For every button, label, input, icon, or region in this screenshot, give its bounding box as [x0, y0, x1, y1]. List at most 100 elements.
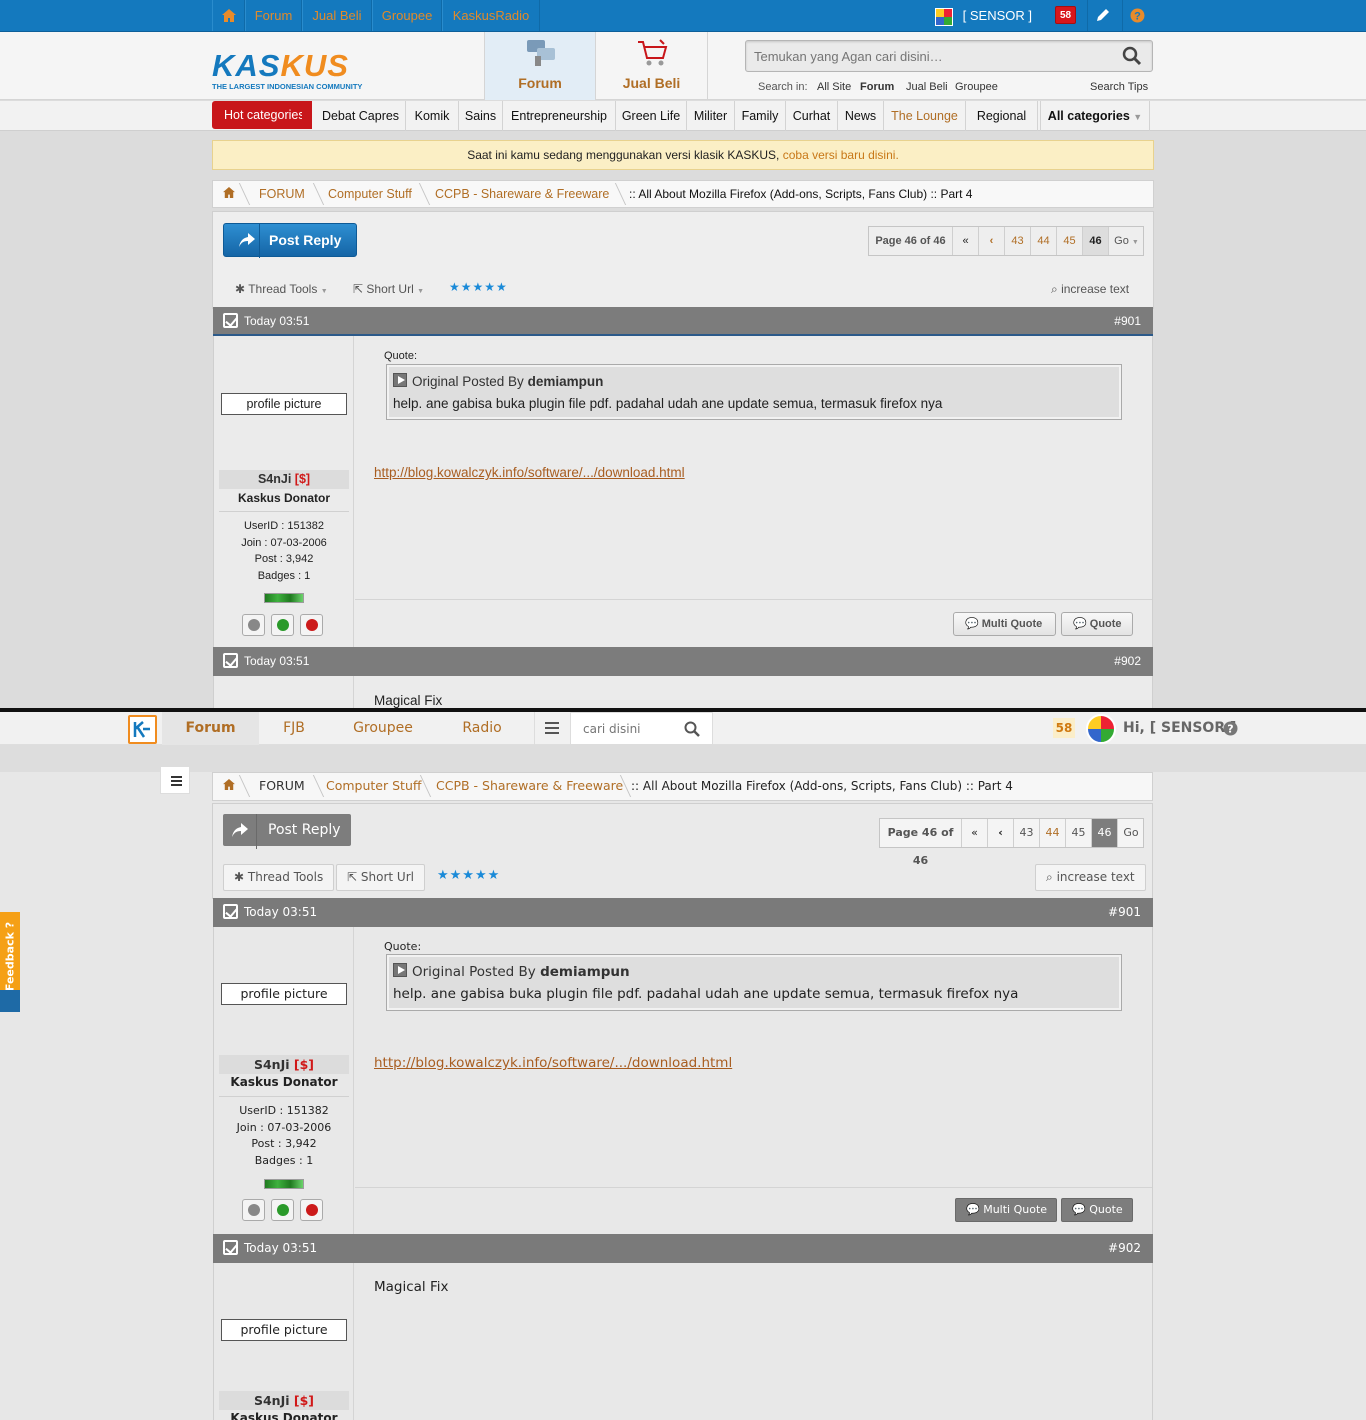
post-number[interactable]: #902 — [1114, 647, 1141, 676]
topnav-groupee[interactable]: Groupee — [372, 0, 442, 31]
feedback-tab[interactable]: Feedback ? — [0, 912, 20, 1012]
username[interactable]: S4nJi [$] — [219, 1055, 349, 1074]
topnav-kaskusradio[interactable]: KaskusRadio — [442, 0, 540, 31]
search-icon[interactable] — [684, 721, 700, 740]
quote-button[interactable]: 💬 Quote — [1061, 1198, 1133, 1222]
greeting[interactable]: Hi, [ SENSOR ] — [1123, 712, 1236, 745]
post-number[interactable]: #901 — [1114, 307, 1141, 336]
notification-badge[interactable]: 58 — [1055, 6, 1077, 26]
tab-jualbeli[interactable]: Jual Beli — [596, 32, 708, 100]
short-url-button[interactable]: ⇱ Short Url ▼ — [353, 282, 424, 296]
breadcrumb-forum[interactable]: FORUM — [259, 181, 305, 207]
username[interactable]: S4nJi [$] — [219, 470, 349, 489]
kaskus-logo[interactable]: KASKUS THE LARGEST INDONESIAN COMMUNITY — [212, 50, 392, 95]
search-scope-jualbeli[interactable]: Jual Beli — [906, 81, 948, 93]
username[interactable]: S4nJi [$] — [219, 1391, 349, 1410]
new-version-link[interactable]: coba versi baru disini. — [783, 148, 899, 162]
post-number[interactable]: #902 — [1108, 1234, 1141, 1263]
category-komik[interactable]: Komik — [406, 101, 459, 131]
search-scope-forum[interactable]: Forum — [860, 81, 894, 93]
checkbox-icon[interactable] — [223, 313, 238, 328]
notification-badge[interactable]: 58 — [1053, 718, 1075, 738]
checkbox-icon[interactable] — [223, 653, 238, 668]
category-regional[interactable]: Regional — [966, 101, 1038, 131]
page-45[interactable]: 45 — [1066, 819, 1092, 847]
thread-tools-button[interactable]: ✱ Thread Tools ▼ — [235, 282, 328, 296]
breadcrumb-computer-stuff[interactable]: Computer Stuff — [328, 181, 412, 207]
category-entrepreneurship[interactable]: Entrepreneurship — [503, 101, 616, 131]
topnav-forum[interactable]: Forum — [245, 0, 302, 31]
page-45[interactable]: 45 — [1057, 227, 1083, 255]
page-44[interactable]: 44 — [1040, 819, 1066, 847]
report-icon[interactable] — [300, 614, 323, 636]
search-input[interactable] — [746, 41, 1106, 71]
search-scope-groupee[interactable]: Groupee — [955, 81, 998, 93]
checkbox-icon[interactable] — [223, 904, 238, 919]
first-page-icon[interactable]: « — [962, 819, 988, 847]
pencil-icon[interactable] — [1096, 0, 1112, 31]
increase-text-button[interactable]: ⌕ increase text — [1051, 282, 1129, 297]
category-news[interactable]: News — [838, 101, 884, 131]
tab-fjb[interactable]: FJB — [259, 712, 329, 745]
category-debat-capres[interactable]: Debat Capres — [316, 101, 406, 131]
category-green-life[interactable]: Green Life — [616, 101, 687, 131]
tab-groupee[interactable]: Groupee — [329, 712, 437, 745]
checkbox-icon[interactable] — [223, 1240, 238, 1255]
post-number[interactable]: #901 — [1108, 898, 1141, 927]
quote-button[interactable]: 💬 Quote — [1061, 612, 1133, 636]
view-post-icon[interactable] — [393, 963, 407, 977]
category-militer[interactable]: Militer — [687, 101, 735, 131]
search-tips-link[interactable]: Search Tips — [1090, 81, 1148, 93]
give-rep-icon[interactable] — [271, 1199, 294, 1221]
short-url-button[interactable]: ⇱ Short Url — [336, 864, 425, 891]
menu-toggle-icon[interactable] — [160, 766, 190, 794]
quote-author[interactable]: demiampun — [540, 964, 630, 980]
search-icon[interactable] — [1122, 46, 1142, 69]
profile-picture[interactable]: profile picture — [221, 1319, 347, 1341]
search-input[interactable] — [571, 713, 681, 744]
hamburger-icon[interactable] — [534, 712, 568, 745]
rating-stars[interactable]: ★★★★★ — [437, 868, 500, 883]
kaskus-logo-icon[interactable] — [128, 715, 157, 744]
breadcrumb-forum[interactable]: FORUM — [259, 773, 305, 799]
breadcrumb-ccpb[interactable]: CCPB - Shareware & Freeware — [436, 773, 623, 799]
home-icon[interactable] — [212, 0, 245, 31]
tab-forum[interactable]: Forum — [162, 712, 259, 745]
multi-quote-button[interactable]: 💬 Multi Quote — [953, 612, 1056, 636]
topnav-jualbeli[interactable]: Jual Beli — [302, 0, 372, 31]
category-curhat[interactable]: Curhat — [786, 101, 838, 131]
download-link[interactable]: http://blog.kowalczyk.info/software/.../… — [374, 465, 685, 480]
multi-quote-button[interactable]: 💬 Multi Quote — [955, 1198, 1057, 1222]
all-categories-dropdown[interactable]: All categories ▼ — [1040, 101, 1150, 131]
increase-text-button[interactable]: ⌕ increase text — [1035, 864, 1146, 891]
profile-picture[interactable]: profile picture — [221, 983, 347, 1005]
first-page-icon[interactable]: « — [953, 227, 979, 255]
page-44[interactable]: 44 — [1031, 227, 1057, 255]
profile-picture[interactable]: profile picture — [221, 393, 347, 415]
neutral-rep-icon[interactable] — [242, 614, 265, 636]
page-43[interactable]: 43 — [1005, 227, 1031, 255]
post-reply-button[interactable]: Post Reply — [223, 814, 351, 849]
give-rep-icon[interactable] — [271, 614, 294, 636]
go-button[interactable]: Go — [1118, 819, 1144, 847]
category-the-lounge[interactable]: The Lounge — [884, 101, 966, 131]
tab-forum[interactable]: Forum — [484, 32, 596, 100]
download-link[interactable]: http://blog.kowalczyk.info/software/.../… — [374, 1055, 732, 1071]
breadcrumb-ccpb[interactable]: CCPB - Shareware & Freeware — [435, 181, 609, 207]
help-icon[interactable]: ? — [1130, 0, 1146, 31]
post-reply-button[interactable]: Post Reply — [223, 223, 357, 258]
category-sains[interactable]: Sains — [459, 101, 503, 131]
avatar[interactable] — [1086, 714, 1116, 744]
user-menu[interactable]: [ SENSOR ] — [935, 0, 1045, 31]
tab-radio[interactable]: Radio — [437, 712, 527, 745]
go-button[interactable]: Go ▼ — [1109, 227, 1144, 255]
view-post-icon[interactable] — [393, 373, 407, 387]
breadcrumb-computer-stuff[interactable]: Computer Stuff — [326, 773, 421, 799]
prev-page-icon[interactable]: ‹ — [979, 227, 1005, 255]
report-icon[interactable] — [300, 1199, 323, 1221]
prev-page-icon[interactable]: ‹ — [988, 819, 1014, 847]
thread-tools-button[interactable]: ✱ Thread Tools — [223, 864, 335, 891]
rating-stars[interactable]: ★★★★★ — [449, 280, 508, 294]
category-family[interactable]: Family — [735, 101, 786, 131]
page-43[interactable]: 43 — [1014, 819, 1040, 847]
